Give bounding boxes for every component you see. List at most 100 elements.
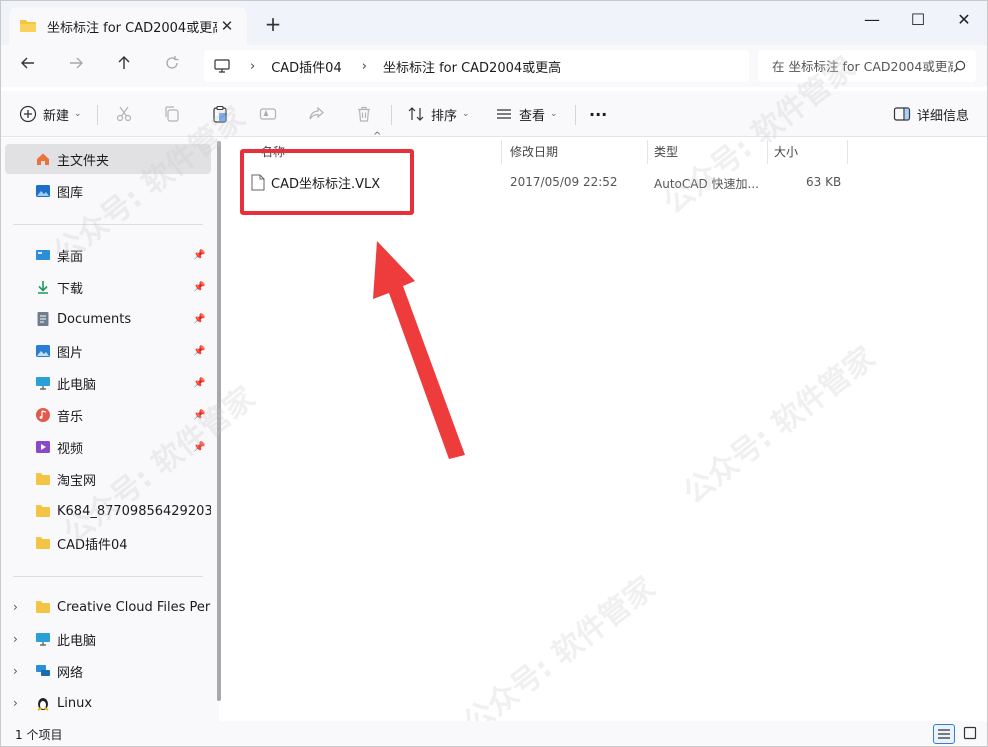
arrow-right-icon [70,57,83,69]
music-icon [36,408,50,422]
pin-icon[interactable]: 📌 [193,378,205,389]
sidebar-item-k684[interactable]: K684_87709856429203 [5,496,211,526]
cut-button[interactable] [115,101,139,127]
computer-icon [214,59,230,73]
tiles-view-icon [963,726,977,740]
view-list-icon [497,109,511,119]
delete-button[interactable] [355,101,379,127]
arrow-up-icon [118,56,130,69]
sidebar-item-music[interactable]: 音乐 📌 [5,400,211,430]
pin-icon[interactable]: 📌 [193,442,205,453]
search-input[interactable] [772,58,953,74]
download-icon [38,281,48,294]
navigation-pane: 主文件夹 图库 桌面 📌 下载 📌 Documents 📌 图片 📌 此电脑 📌… [1,138,219,721]
new-button[interactable]: 新建 ⌄ [19,101,82,127]
sidebar-item-home[interactable]: 主文件夹 [5,144,211,174]
column-header-modified[interactable]: 修改日期 [510,138,558,164]
column-divider[interactable] [767,140,768,164]
refresh-button[interactable] [155,51,189,81]
sidebar-item-pictures[interactable]: 图片 📌 [5,336,211,366]
pictures-icon [36,345,50,357]
sidebar-divider [13,576,203,577]
sidebar-item-videos[interactable]: 视频 📌 [5,432,211,462]
new-tab-button[interactable]: + [259,12,287,38]
column-divider[interactable] [647,140,648,164]
sidebar-item-desktop[interactable]: 桌面 📌 [5,240,211,270]
close-tab-icon[interactable]: ✕ [217,17,237,35]
active-tab[interactable]: 坐标标注 for CAD2004或更高 ✕ [9,7,247,45]
pin-icon[interactable]: 📌 [193,410,205,421]
command-bar: 新建 ⌄ 排序 ⌄ 查看 ⌄ ··· 详细信息 [1,91,987,137]
sidebar-item-creative-cloud[interactable]: Creative Cloud Files Personal [5,592,211,622]
sidebar-item-network[interactable]: 网络 [5,656,211,686]
breadcrumb-current-folder[interactable]: 坐标标注 for CAD2004或更高 [383,57,561,76]
status-bar: 1 个项目 [1,721,987,746]
new-label: 新建 [43,108,70,124]
sidebar-item-this-pc[interactable]: 此电脑 [5,624,211,654]
folder-icon [36,601,50,613]
gallery-icon [36,185,50,197]
rename-button[interactable] [259,101,283,127]
sort-label: 排序 [431,108,458,124]
sidebar-item-this-pc-pinned[interactable]: 此电脑 📌 [5,368,211,398]
pin-icon[interactable]: 📌 [193,346,205,357]
address-bar[interactable]: › CAD插件04 › 坐标标注 for CAD2004或更高 [204,50,749,82]
column-divider[interactable] [501,140,502,164]
paste-button[interactable] [211,101,235,127]
file-modified-cell: 2017/05/09 22:52 [510,175,618,189]
breadcrumb-cad-plugins[interactable]: CAD插件04 [271,57,342,76]
computer-icon [36,377,50,390]
folder-icon [36,505,50,517]
title-bar: 坐标标注 for CAD2004或更高 ✕ + — ☐ ✕ [1,1,987,45]
maximize-button[interactable]: ☐ [895,5,941,37]
pin-icon[interactable]: 📌 [193,282,205,293]
details-view-toggle[interactable] [933,724,955,744]
forward-button[interactable] [59,51,93,81]
sidebar-item-taobao[interactable]: 淘宝网 [5,464,211,494]
column-divider[interactable] [847,140,848,164]
pin-icon[interactable]: 📌 [193,250,205,261]
rename-icon [259,108,277,120]
navigation-bar: › CAD插件04 › 坐标标注 for CAD2004或更高 [1,45,987,87]
file-name-cell[interactable]: CAD坐标标注.VLX [251,173,380,192]
arrow-left-icon [21,57,34,69]
column-header-size[interactable]: 大小 [774,138,798,164]
pin-icon[interactable]: 📌 [193,314,205,325]
refresh-icon [166,56,179,69]
tiles-view-toggle[interactable] [959,724,981,744]
folder-icon [36,473,50,485]
sidebar-item-downloads[interactable]: 下载 📌 [5,272,211,302]
clipboard-icon [213,105,227,123]
desktop-icon [36,250,50,260]
copy-button[interactable] [163,101,187,127]
home-icon [37,153,49,165]
sidebar-item-cad-plugins[interactable]: CAD插件04 [5,528,211,558]
view-label: 查看 [519,108,546,124]
back-button[interactable] [11,51,45,81]
minimize-button[interactable]: — [849,5,895,37]
sidebar-scrollbar[interactable] [217,141,221,701]
more-options-button[interactable]: ··· [589,101,607,127]
details-label: 详细信息 [917,108,970,124]
sidebar-item-linux[interactable]: Linux [5,688,211,718]
details-view-icon [938,729,950,739]
sidebar-item-gallery[interactable]: 图库 [5,176,211,206]
sort-button[interactable]: 排序 ⌄ [407,101,470,127]
documents-icon [37,312,49,326]
sidebar-item-documents[interactable]: Documents 📌 [5,304,211,334]
sort-icon [408,107,424,121]
share-button[interactable] [307,101,331,127]
item-count: 1 个项目 [15,728,63,742]
trash-icon [358,106,370,122]
search-box[interactable] [758,50,976,82]
view-button[interactable]: 查看 ⌄ [495,101,558,127]
details-pane-button[interactable]: 详细信息 [893,101,969,127]
up-button[interactable] [107,51,141,81]
sort-ascending-icon: ^ [373,131,382,142]
file-icon [251,174,265,191]
column-header-type[interactable]: 类型 [654,138,678,164]
chevron-down-icon: ⌄ [550,109,558,119]
close-window-button[interactable]: ✕ [941,5,987,37]
column-header-name[interactable]: 名称 [261,138,285,164]
chevron-right-icon: › [361,58,367,74]
